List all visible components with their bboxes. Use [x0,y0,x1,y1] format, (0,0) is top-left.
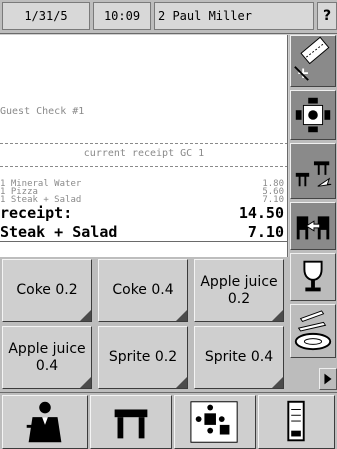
current-receipt-label: current receipt GC 1 [83,148,205,159]
product-button[interactable]: Apple juice 0.4 [2,326,92,389]
waiter-button[interactable] [2,395,88,449]
receipt-divider [0,143,287,144]
receipt-printer-icon [287,400,305,442]
discount-icon: + [294,36,330,82]
receipt-divider [0,166,287,167]
selected-item: Steak + Salad 7.10 [0,223,284,241]
product-label: Sprite 0.2 [108,349,178,365]
product-label: Apple juice 0.4 [8,340,86,374]
triangle-right-icon [324,373,332,385]
product-button[interactable]: Coke 0.4 [98,259,188,322]
receipt-total-label: receipt: [0,204,73,222]
split-check-button[interactable] [290,90,336,140]
move-table-icon [295,161,332,187]
user-display[interactable]: 2 Paul Miller [154,2,314,30]
receipt-line-item: 1 Steak + Salad [0,195,82,205]
plate-button[interactable] [290,304,336,358]
plate-icon [294,310,332,351]
product-label: Coke 0.4 [112,282,174,298]
receipt-line[interactable]: 1 Mineral Water 1.80 [0,180,284,189]
receipt-bottom-divider [0,241,287,242]
scroll-right-button[interactable] [319,368,337,390]
product-label: Coke 0.2 [16,282,78,298]
header-bar: 1/31/5 10:09 2 Paul Miller ? [0,0,337,34]
receipt-printer-button[interactable] [258,395,335,449]
split-check-icon [295,97,331,133]
product-button[interactable]: Sprite 0.2 [98,326,188,389]
table-icon [114,409,148,439]
table-plan-button[interactable] [174,395,256,449]
receipt-total: receipt: 14.50 [0,204,284,222]
trophy-icon [303,260,323,292]
discount-button[interactable]: + [290,35,336,87]
help-button[interactable]: ? [317,2,337,30]
table-plan-icon [190,401,238,443]
transfer-icon [296,216,330,240]
receipt-line[interactable]: 1 Steak + Salad 7.10 [0,195,284,205]
guest-check-label: Guest Check #1 [0,106,85,117]
transfer-button[interactable] [290,202,336,250]
product-button[interactable]: Coke 0.2 [2,259,92,322]
product-grid: Coke 0.2 Coke 0.4 Apple juice 0.2 Apple … [0,257,289,392]
move-table-button[interactable] [290,143,336,199]
selected-item-price: 7.10 [247,223,284,241]
receipt-line-price: 7.10 [262,195,284,205]
receipt-total-value: 14.50 [238,204,284,222]
product-button[interactable]: Apple juice 0.2 [194,259,284,322]
waiter-icon [26,401,62,443]
bottom-toolbar [0,392,337,449]
table-button[interactable] [90,395,172,449]
time-display: 10:09 [93,2,151,30]
date-display: 1/31/5 [2,2,90,30]
receipt-panel[interactable]: Guest Check #1 current receipt GC 1 1 Mi… [0,35,288,257]
selected-item-name: Steak + Salad [0,223,118,241]
trophy-button[interactable] [290,253,336,301]
product-label: Apple juice 0.2 [200,273,278,307]
product-label: Sprite 0.4 [204,349,274,365]
product-button[interactable]: Sprite 0.4 [194,326,284,389]
tool-column: + [289,35,337,392]
